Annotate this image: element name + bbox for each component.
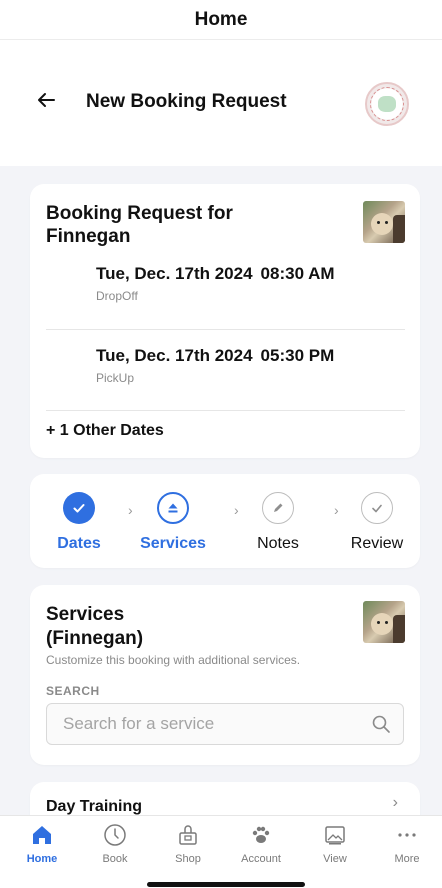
- dropoff-date: Tue, Dec. 17th 2024: [96, 264, 253, 283]
- step-notes-label: Notes: [257, 535, 299, 552]
- dropoff-label: DropOff: [96, 289, 138, 303]
- step-services-label: Services: [140, 535, 206, 552]
- page-header: New Booking Request: [0, 40, 442, 166]
- top-bar-title: Home: [194, 8, 248, 30]
- pet-avatar: [363, 201, 405, 243]
- service-search-box[interactable]: [46, 703, 404, 745]
- pickup-label: PickUp: [96, 371, 135, 385]
- check-icon: [372, 504, 382, 513]
- bottom-tab-bar: Home Book Shop Account View More: [0, 815, 442, 888]
- check-icon: [73, 504, 85, 513]
- business-logo: [365, 82, 409, 126]
- divider: [46, 329, 405, 330]
- step-review[interactable]: Review: [332, 492, 422, 553]
- step-dates[interactable]: Dates: [34, 492, 124, 553]
- services-card: Services (Finnegan) Customize this booki…: [30, 585, 420, 765]
- search-icon[interactable]: [371, 714, 391, 734]
- services-title-text: Services (Finnegan): [46, 604, 144, 649]
- tab-home[interactable]: Home: [7, 822, 77, 865]
- top-bar: Home: [0, 0, 442, 40]
- tab-more-label: More: [394, 853, 420, 865]
- page-title: New Booking Request: [86, 91, 287, 112]
- pickup-time: 05:30 PM: [260, 346, 335, 365]
- tab-shop[interactable]: Shop: [153, 822, 223, 865]
- back-arrow-icon[interactable]: [34, 88, 58, 112]
- step-notes[interactable]: Notes: [233, 492, 323, 553]
- tab-view[interactable]: View: [300, 822, 370, 865]
- pencil-icon: [274, 503, 283, 512]
- booking-summary-card: Booking Request for Finnegan Tue, Dec. 1…: [30, 184, 420, 458]
- chevron-right-icon: ›: [392, 794, 398, 811]
- search-label: SEARCH: [46, 684, 100, 698]
- services-title: Services (Finnegan): [46, 603, 196, 651]
- service-search-input[interactable]: [63, 704, 353, 744]
- step-dates-indicator: [63, 492, 95, 524]
- booking-title: Booking Request for Finnegan: [46, 203, 233, 247]
- step-services-indicator: [157, 492, 189, 524]
- tab-home-label: Home: [26, 853, 58, 865]
- services-description: Customize this booking with additional s…: [46, 653, 301, 667]
- eject-icon: [168, 503, 178, 513]
- pickup-date: Tue, Dec. 17th 2024: [96, 346, 253, 365]
- home-icon: [28, 822, 56, 848]
- dropoff-time: 08:30 AM: [260, 264, 335, 283]
- booking-stepper: Dates › Services › Notes › Review: [30, 474, 420, 568]
- image-icon: [321, 822, 349, 848]
- tab-account-label: Account: [241, 853, 281, 865]
- tab-book[interactable]: Book: [80, 822, 150, 865]
- shop-icon: [174, 822, 202, 848]
- step-review-indicator: [361, 492, 393, 524]
- other-dates-link[interactable]: + 1 Other Dates: [46, 422, 164, 440]
- paw-icon: [247, 822, 275, 848]
- tab-more[interactable]: More: [372, 822, 442, 865]
- clock-icon: [101, 822, 129, 848]
- logo-mark: [378, 96, 396, 112]
- tab-shop-label: Shop: [175, 853, 201, 865]
- more-icon: [393, 822, 421, 848]
- pickup-datetime: Tue, Dec. 17th 2024 05:30 PM PickUp: [96, 346, 334, 385]
- divider: [46, 410, 405, 411]
- home-indicator: [147, 882, 305, 887]
- step-services[interactable]: Services: [128, 492, 218, 553]
- dropoff-datetime: Tue, Dec. 17th 2024 08:30 AM DropOff: [96, 264, 335, 303]
- tab-book-label: Book: [102, 853, 128, 865]
- service-item-title: Day Training: [46, 798, 143, 815]
- pet-avatar: [363, 601, 405, 643]
- tab-view-label: View: [323, 853, 347, 865]
- step-notes-indicator: [262, 492, 294, 524]
- step-review-label: Review: [350, 535, 404, 552]
- tab-account[interactable]: Account: [226, 822, 296, 865]
- step-dates-label: Dates: [57, 535, 101, 552]
